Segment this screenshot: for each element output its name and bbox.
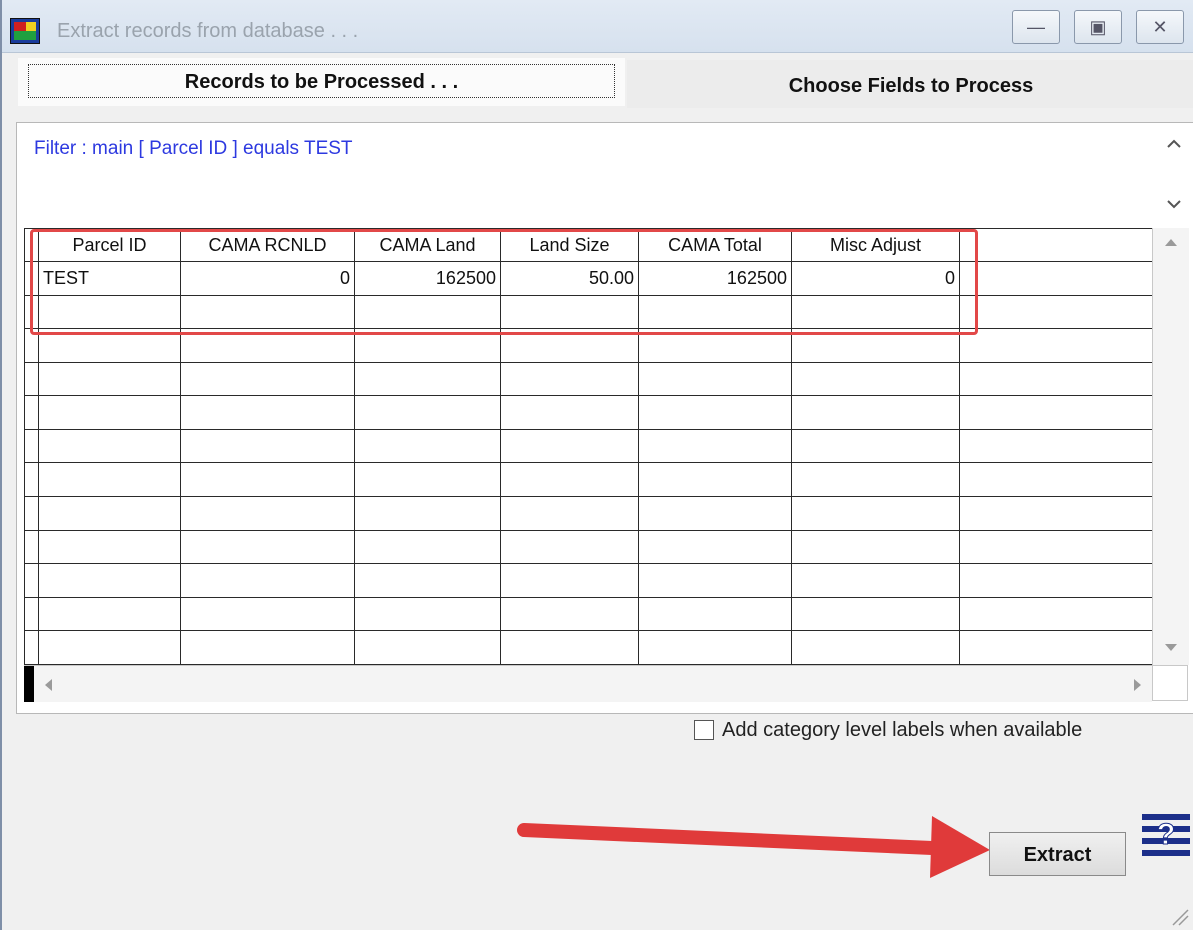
scroll-down-icon[interactable] — [1165, 197, 1183, 211]
help-icon[interactable]: ? — [1142, 810, 1190, 860]
tab-label: Records to be Processed . . . — [184, 71, 459, 93]
tab-strip: Records to be Processed . . . Choose Fie… — [10, 58, 1193, 108]
cell-empty — [959, 261, 1154, 296]
table-row[interactable] — [24, 529, 1154, 565]
table-row[interactable] — [24, 630, 1154, 665]
category-labels-option[interactable]: Add category level labels when available — [694, 715, 1082, 745]
table-row[interactable] — [24, 428, 1154, 464]
table-row[interactable] — [24, 563, 1154, 598]
column-header-empty — [959, 228, 1154, 262]
category-labels-label: Add category level labels when available — [722, 718, 1083, 741]
tab-records-to-be-processed[interactable]: Records to be Processed . . . — [18, 58, 625, 106]
close-button[interactable]: ✕ — [1136, 10, 1184, 44]
extract-records-window: Extract records from database . . . — ▣ … — [0, 0, 1193, 930]
scroll-left-icon[interactable] — [42, 677, 54, 693]
highlight-box — [30, 229, 978, 335]
minimize-button[interactable]: — — [1012, 10, 1060, 44]
table-row[interactable] — [24, 462, 1154, 498]
scroll-down-icon[interactable] — [1163, 642, 1179, 654]
table-row[interactable] — [24, 395, 1154, 430]
scroll-right-icon[interactable] — [1132, 677, 1144, 693]
resize-grip-icon[interactable] — [1169, 906, 1189, 926]
extract-button[interactable]: Extract — [989, 832, 1126, 876]
filter-text: Filter : main [ Parcel ID ] equals TEST — [34, 138, 353, 159]
title-bar: Extract records from database . . . — ▣ … — [2, 0, 1193, 53]
tab-label: Choose Fields to Process — [788, 75, 1034, 97]
red-arrow-annotation — [517, 816, 990, 878]
filter-scrollbar[interactable] — [1157, 125, 1191, 221]
window-title: Extract records from database . . . — [57, 20, 359, 42]
scrollbar-corner — [1152, 665, 1188, 701]
table-row[interactable] — [24, 496, 1154, 531]
scroll-up-icon[interactable] — [1163, 236, 1179, 248]
scroll-up-icon[interactable] — [1165, 137, 1183, 151]
category-labels-checkbox[interactable] — [694, 720, 714, 740]
table-row[interactable] — [24, 596, 1154, 632]
svg-text:?: ? — [1157, 818, 1175, 851]
app-icon — [10, 18, 40, 44]
tab-choose-fields-to-process[interactable]: Choose Fields to Process — [627, 60, 1193, 108]
grid-horizontal-scrollbar[interactable] — [24, 665, 1152, 702]
table-row[interactable] — [24, 361, 1154, 397]
grid-vertical-scrollbar[interactable] — [1152, 228, 1189, 665]
maximize-button[interactable]: ▣ — [1074, 10, 1122, 44]
